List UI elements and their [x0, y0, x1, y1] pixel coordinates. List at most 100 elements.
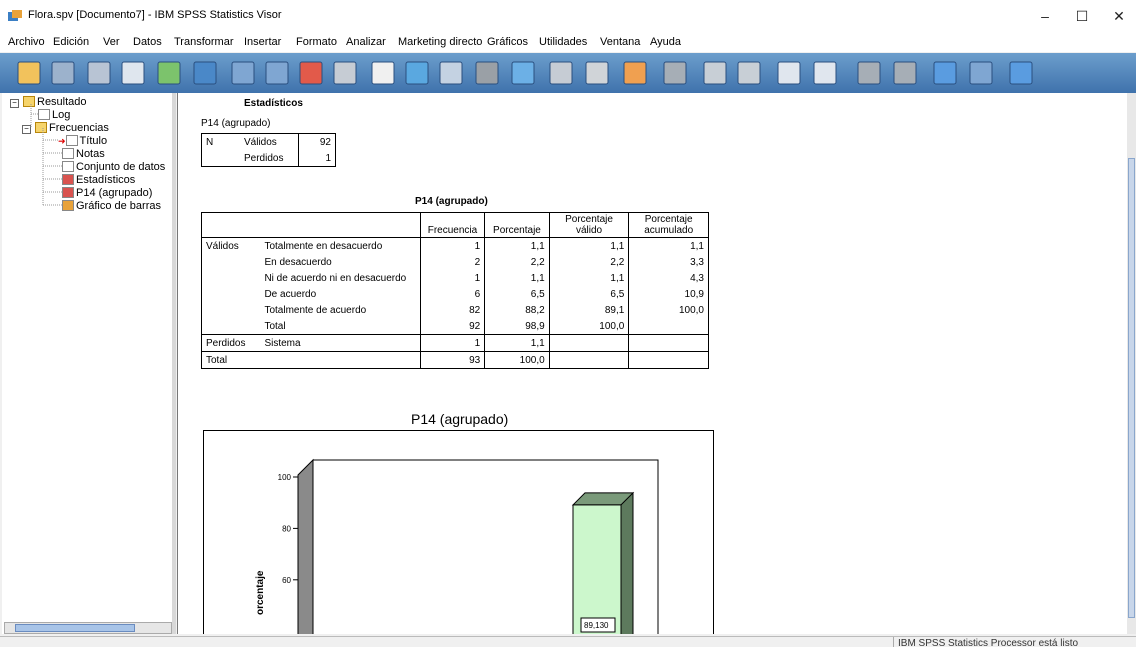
undo-icon[interactable] [228, 58, 258, 88]
insert-heading-icon[interactable] [930, 58, 960, 88]
menu-insertar[interactable]: Insertar [244, 36, 281, 48]
table-cell: 1 [420, 334, 486, 352]
stats-row-label: Válidos [240, 133, 299, 150]
show-all-icon[interactable] [436, 58, 466, 88]
y-axis-label: orcentaje [255, 570, 266, 615]
insert-title-icon[interactable] [966, 58, 996, 88]
table-cell: 2 [420, 254, 486, 270]
table-cell: Válidos [206, 240, 239, 252]
insert-output-icon[interactable] [660, 58, 690, 88]
split-file-icon[interactable] [508, 58, 538, 88]
save-icon[interactable] [48, 58, 78, 88]
content-vscrollbar[interactable] [1127, 93, 1136, 634]
promote-icon[interactable] [700, 58, 730, 88]
table-cell: 88,2 [484, 302, 550, 318]
select-cases-icon[interactable] [582, 58, 612, 88]
table-cell: 3,3 [690, 256, 704, 268]
freq-table[interactable]: Frecuencia Porcentaje Porcentaje válido … [201, 212, 709, 369]
close-button[interactable]: ✕ [1104, 6, 1134, 26]
hide-output-icon[interactable] [890, 58, 920, 88]
recall-dialog-icon[interactable] [190, 58, 220, 88]
content-pane: Estadísticos P14 (agrupado) N Válidos 92 P… [177, 93, 1128, 634]
open-icon[interactable] [14, 58, 44, 88]
menu-datos[interactable]: Datos [133, 36, 162, 48]
value-labels-icon[interactable] [620, 58, 650, 88]
scroll-thumb[interactable] [1128, 158, 1135, 618]
table-row: Válidos Totalmente en desacuerdo 1 1,1 1,1 1,… [202, 237, 709, 254]
menu-ver[interactable]: Ver [103, 36, 120, 48]
menu-ventana[interactable]: Ventana [600, 36, 640, 48]
table-cell: 6,5 [549, 286, 630, 302]
menu-transformar[interactable]: Transformar [174, 36, 234, 48]
variables-icon[interactable] [402, 58, 432, 88]
hide-icon[interactable] [472, 58, 502, 88]
collapse-icon[interactable] [810, 58, 840, 88]
demote-icon[interactable] [734, 58, 764, 88]
table-cell: Totalmente de acuerdo [260, 302, 421, 318]
table-cell: De acuerdo [260, 286, 421, 302]
expand-icon[interactable] [774, 58, 804, 88]
table-cell [629, 318, 709, 335]
table-row: En desacuerdo 2 2,2 2,2 3,3 [202, 254, 709, 270]
menu-edicion[interactable]: Edición [53, 36, 89, 48]
table-cell: 100,0 [549, 318, 630, 335]
stats-table[interactable]: N Válidos 92 Perdidos 1 [201, 133, 336, 167]
table-cell: 89,1 [549, 302, 630, 318]
table-cell: 82 [420, 302, 486, 318]
table-cell: 92 [420, 318, 486, 335]
table-cell: 1 [420, 237, 486, 254]
table-cell: 1,1 [484, 334, 550, 352]
menu-formato[interactable]: Formato [296, 36, 337, 48]
weight-cases-icon[interactable] [546, 58, 576, 88]
redo-icon[interactable] [262, 58, 292, 88]
pane-splitter[interactable] [172, 93, 176, 634]
table-cell: 2,2 [484, 254, 550, 270]
header-porcentaje: Porcentaje [484, 212, 550, 238]
menu-utilidades[interactable]: Utilidades [539, 36, 587, 48]
tree-lines [30, 104, 62, 206]
table-cell: Totalmente en desacuerdo [260, 237, 421, 254]
stats-table-subtitle: P14 (agrupado) [201, 118, 271, 129]
table-row: Ni de acuerdo ni en desacuerdo 1 1,1 1,1 4,3 [202, 270, 709, 286]
header-porcentaje-acumulado: Porcentaje acumulado [644, 214, 694, 236]
export-icon[interactable] [154, 58, 184, 88]
scroll-thumb[interactable] [15, 624, 135, 632]
table-cell: 2,2 [549, 254, 630, 270]
table-cell [202, 318, 261, 335]
maximize-button[interactable]: ☐ [1067, 6, 1097, 26]
freq-table-title: P14 (agrupado) [415, 196, 488, 207]
table-cell: 10,9 [684, 288, 704, 300]
outline-hscrollbar[interactable] [4, 622, 172, 634]
chart-title: P14 (agrupado) [411, 411, 509, 427]
header-frecuencia: Frecuencia [420, 212, 486, 238]
stats-row-value: 1 [325, 152, 331, 164]
print-preview-icon[interactable] [118, 58, 148, 88]
bar-data-label: 89,130 [584, 621, 609, 630]
y-tick-label: 80 [282, 524, 291, 533]
table-cell [202, 286, 261, 302]
menu-graficos[interactable]: Gráficos [487, 36, 528, 48]
toolbar [0, 53, 1136, 93]
menu-ayuda[interactable]: Ayuda [650, 36, 681, 48]
goto-case-icon[interactable] [330, 58, 360, 88]
insert-text-icon[interactable] [1006, 58, 1036, 88]
outline-pane: − Resultado Log − Frecuencias ➜ Título Nota… [2, 93, 173, 634]
minimize-button[interactable]: – [1030, 6, 1060, 26]
menu-marketing-directo[interactable]: Marketing directo [398, 36, 482, 48]
table-cell [202, 302, 261, 318]
goto-data-icon[interactable] [296, 58, 326, 88]
table-cell: 1,1 [549, 270, 630, 286]
table-cell: 4,3 [690, 272, 704, 284]
goto-variable-icon[interactable] [368, 58, 398, 88]
y-tick-label: 100 [278, 473, 292, 482]
show-icon[interactable] [854, 58, 884, 88]
table-cell: 1,1 [690, 240, 704, 252]
print-icon[interactable] [84, 58, 114, 88]
menu-analizar[interactable]: Analizar [346, 36, 386, 48]
bar-chart[interactable]: 60 80 100 orcentaje 89,130 [203, 430, 718, 634]
table-row: De acuerdo 6 6,5 6,5 10,9 [202, 286, 709, 302]
menu-archivo[interactable]: Archivo [8, 36, 45, 48]
table-cell [260, 351, 421, 369]
stats-row-label: Perdidos [240, 150, 299, 167]
table-cell: 100,0 [678, 304, 704, 316]
